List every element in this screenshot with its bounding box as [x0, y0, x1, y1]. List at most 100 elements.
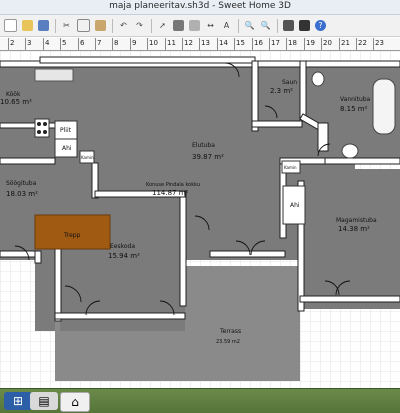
ruler-tick — [373, 38, 374, 50]
room-area-terrass: 23.59 m2 — [216, 339, 240, 345]
ruler-tick — [165, 38, 166, 50]
toilet — [311, 71, 325, 87]
toolbar-separator — [277, 18, 278, 33]
cooktop — [34, 118, 50, 138]
zoom-in-icon[interactable]: 🔍 — [244, 20, 255, 31]
open-icon[interactable] — [22, 20, 33, 31]
room-name-eeskoda: Eeskoda — [110, 243, 135, 250]
toolbar-separator — [151, 18, 152, 33]
kamin-left-label: Kamin — [81, 155, 94, 160]
ruler-label: 22 — [358, 39, 367, 47]
ruler-tick — [286, 38, 287, 50]
taskbar: ⊞ ▤ ⌂ — [0, 388, 400, 413]
ruler-label: 14 — [219, 39, 228, 47]
dimension-icon[interactable]: ↔ — [205, 20, 216, 31]
create-rooms-icon[interactable] — [189, 20, 200, 31]
save-icon[interactable] — [38, 20, 49, 31]
ruler-label: 21 — [341, 39, 350, 47]
room-area-magamistuba: 14.38 m² — [338, 225, 370, 233]
kitchen-counter — [34, 68, 74, 82]
title-bar: maja planeeritav.sh3d - Sweet Home 3D — [0, 0, 400, 15]
sweet-home-3d-icon[interactable]: ⌂ — [60, 392, 90, 412]
camera-icon[interactable] — [283, 20, 294, 31]
zoom-out-icon[interactable]: 🔍 — [260, 20, 271, 31]
ruler-tick — [130, 38, 131, 50]
room-name-terrass: Terrass — [219, 328, 241, 335]
ruler-tick — [95, 38, 96, 50]
ruler-tick — [78, 38, 79, 50]
ruler-tick — [43, 38, 44, 50]
copy-icon[interactable] — [77, 19, 90, 32]
ruler-tick — [199, 38, 200, 50]
ruler-tick — [217, 38, 218, 50]
ruler-tick — [25, 38, 26, 50]
ruler-label: 11 — [167, 39, 176, 47]
stairs-label: Trepp — [63, 232, 81, 239]
ruler-tick — [112, 38, 113, 50]
ruler-tick — [234, 38, 235, 50]
select-icon[interactable]: ➚ — [157, 20, 168, 31]
file-manager-icon[interactable]: ▤ — [30, 392, 58, 410]
photo-icon[interactable] — [299, 20, 310, 31]
room-area-saun: 2.3 m² — [270, 87, 293, 95]
room-name-elutuba: Elutuba — [192, 142, 215, 149]
ruler-label: 23 — [375, 39, 384, 47]
room-name-soogituba: Söögituba — [6, 180, 37, 187]
toolbar-separator — [55, 18, 56, 33]
ruler-label: 7 — [97, 39, 102, 47]
ruler-label: 2 — [10, 39, 15, 47]
help-icon[interactable]: ? — [315, 20, 326, 31]
new-icon[interactable] — [4, 19, 17, 32]
room-area-eeskoda: 15.94 m² — [108, 252, 140, 260]
cut-icon[interactable]: ✂ — [61, 20, 72, 31]
toolbar: ✂ ↶ ↷ ➚ ↔ A 🔍 🔍 ? — [0, 15, 400, 37]
ruler-label: 4 — [45, 39, 50, 47]
ruler-tick — [252, 38, 253, 50]
ruler-tick — [356, 38, 357, 50]
room-area-elutuba: 39.87 m² — [192, 153, 224, 161]
ruler-label: 19 — [306, 39, 315, 47]
ruler-tick — [147, 38, 148, 50]
room-name-kook: Köök — [6, 91, 21, 98]
ruler-label: 13 — [201, 39, 210, 47]
redo-icon[interactable]: ↷ — [134, 20, 145, 31]
paste-icon[interactable] — [95, 20, 106, 31]
toolbar-separator — [238, 18, 239, 33]
ruler-label: 10 — [149, 39, 158, 47]
ruler-label: 9 — [132, 39, 137, 47]
ruler-label: 5 — [62, 39, 67, 47]
ruler-label: 20 — [323, 39, 332, 47]
window-title: maja planeeritav.sh3d - Sweet Home 3D — [109, 1, 291, 11]
room-name-magamistuba: Magamistuba — [336, 217, 377, 224]
ruler-tick — [304, 38, 305, 50]
kamin-right-label: Kamin — [284, 165, 297, 170]
washbasin — [341, 143, 359, 159]
ruler-tick — [339, 38, 340, 50]
undo-icon[interactable]: ↶ — [118, 20, 129, 31]
horizontal-ruler: 2 3 4 5 6 7 8 9 10 11 12 13 14 15 16 17 18 19 20 21 22 23 — [0, 38, 400, 51]
toolbar-separator — [112, 18, 113, 33]
start-icon[interactable]: ⊞ — [4, 392, 32, 410]
ruler-tick — [321, 38, 322, 50]
ruler-label: 17 — [271, 39, 280, 47]
ruler-tick — [269, 38, 270, 50]
room-area-konuse: 114.87 m² — [152, 189, 189, 197]
ruler-tick — [60, 38, 61, 50]
ruler-label: 6 — [80, 39, 85, 47]
room-area-vannituba: 8.15 m² — [340, 105, 368, 113]
create-walls-icon[interactable] — [173, 20, 184, 31]
room-area-soogituba: 18.03 m² — [6, 190, 38, 198]
ruler-tick — [8, 38, 9, 50]
room-name-saun: Saun — [282, 79, 297, 86]
ruler-label: 8 — [114, 39, 119, 47]
plan-view[interactable]: Köök 10.65 m² Saun 2.3 m² Vannituba 8.15… — [0, 51, 400, 388]
ahi-left-label: Ahi — [62, 145, 72, 152]
text-icon[interactable]: A — [221, 20, 232, 31]
ruler-label: 3 — [27, 39, 32, 47]
pliit-label: Pliit — [60, 127, 72, 134]
ruler-label: 15 — [236, 39, 245, 47]
room-area-kook: 10.65 m² — [0, 98, 32, 106]
ruler-label: 18 — [288, 39, 297, 47]
ruler-tick — [182, 38, 183, 50]
ahi-right-label: Ahi — [290, 202, 300, 209]
